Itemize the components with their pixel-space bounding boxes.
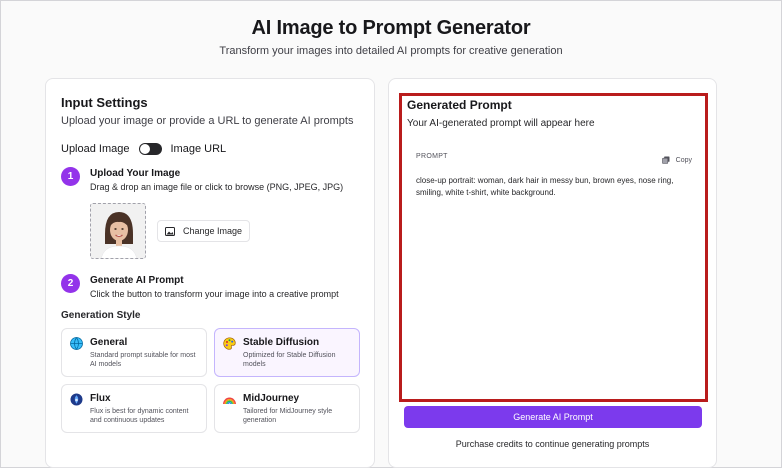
purchase-credits-note: Purchase credits to continue generating … xyxy=(455,439,650,449)
toggle-knob xyxy=(139,144,150,154)
step-1-badge: 1 xyxy=(61,167,80,186)
page-title: AI Image to Prompt Generator xyxy=(251,17,531,39)
copy-icon xyxy=(661,156,670,164)
style-name: General xyxy=(90,337,128,348)
generated-prompt-highlight: Generated Prompt Your AI-generated promp… xyxy=(399,93,708,402)
input-settings-card: Input Settings Upload your image or prov… xyxy=(45,78,375,468)
flux-icon xyxy=(70,393,83,406)
style-description: Standard prompt suitable for most AI mod… xyxy=(90,352,196,368)
step-1-description: Drag & drop an image file or click to br… xyxy=(90,182,344,192)
generated-prompt-description: Your AI-generated prompt will appear her… xyxy=(407,118,595,129)
style-name: MidJourney xyxy=(243,393,300,404)
image-url-toggle-label: Image URL xyxy=(170,143,227,155)
input-mode-toggle-row: Upload Image Image URL xyxy=(61,143,226,155)
step-2-description: Click the button to transform your image… xyxy=(90,289,339,299)
generated-prompt-title: Generated Prompt xyxy=(407,98,512,112)
style-option-general[interactable]: General Standard prompt suitable for mos… xyxy=(61,328,207,377)
step-2-title: Generate AI Prompt xyxy=(90,275,184,286)
page-subtitle: Transform your images into detailed AI p… xyxy=(219,45,563,57)
style-option-midjourney[interactable]: MidJourney Tailored for MidJourney style… xyxy=(214,384,360,433)
input-settings-description: Upload your image or provide a URL to ge… xyxy=(61,115,354,127)
upload-image-toggle-label: Upload Image xyxy=(61,143,130,155)
rainbow-icon xyxy=(223,393,236,406)
step-2-badge: 2 xyxy=(61,274,80,293)
style-name: Stable Diffusion xyxy=(243,337,320,348)
image-icon xyxy=(164,226,175,236)
change-image-label: Change Image xyxy=(182,226,243,236)
step-1-title: Upload Your Image xyxy=(90,168,181,179)
copy-button[interactable]: Copy xyxy=(661,156,692,164)
style-description: Tailored for MidJourney style generation xyxy=(243,408,333,424)
input-settings-title: Input Settings xyxy=(61,95,148,110)
prompt-text[interactable]: close-up portrait: woman, dark hair in m… xyxy=(416,175,696,199)
style-option-stable-diffusion[interactable]: Stable Diffusion Optimized for Stable Di… xyxy=(214,328,360,377)
prompt-label: PROMPT xyxy=(416,153,448,160)
uploaded-image-thumbnail[interactable] xyxy=(90,203,146,259)
palette-icon xyxy=(223,337,236,350)
globe-icon xyxy=(70,337,83,350)
change-image-button[interactable]: Change Image xyxy=(157,220,250,242)
style-option-flux[interactable]: Flux Flux is best for dynamic content an… xyxy=(61,384,207,433)
generation-style-label: Generation Style xyxy=(61,310,141,321)
generate-ai-prompt-button[interactable]: Generate AI Prompt xyxy=(404,406,702,428)
generated-prompt-card: Generated Prompt Your AI-generated promp… xyxy=(388,78,717,468)
style-name: Flux xyxy=(90,393,111,404)
style-description: Optimized for Stable Diffusion models xyxy=(243,352,336,368)
copy-label: Copy xyxy=(675,156,692,164)
style-description: Flux is best for dynamic content and con… xyxy=(90,408,189,424)
input-mode-toggle[interactable] xyxy=(138,143,162,155)
